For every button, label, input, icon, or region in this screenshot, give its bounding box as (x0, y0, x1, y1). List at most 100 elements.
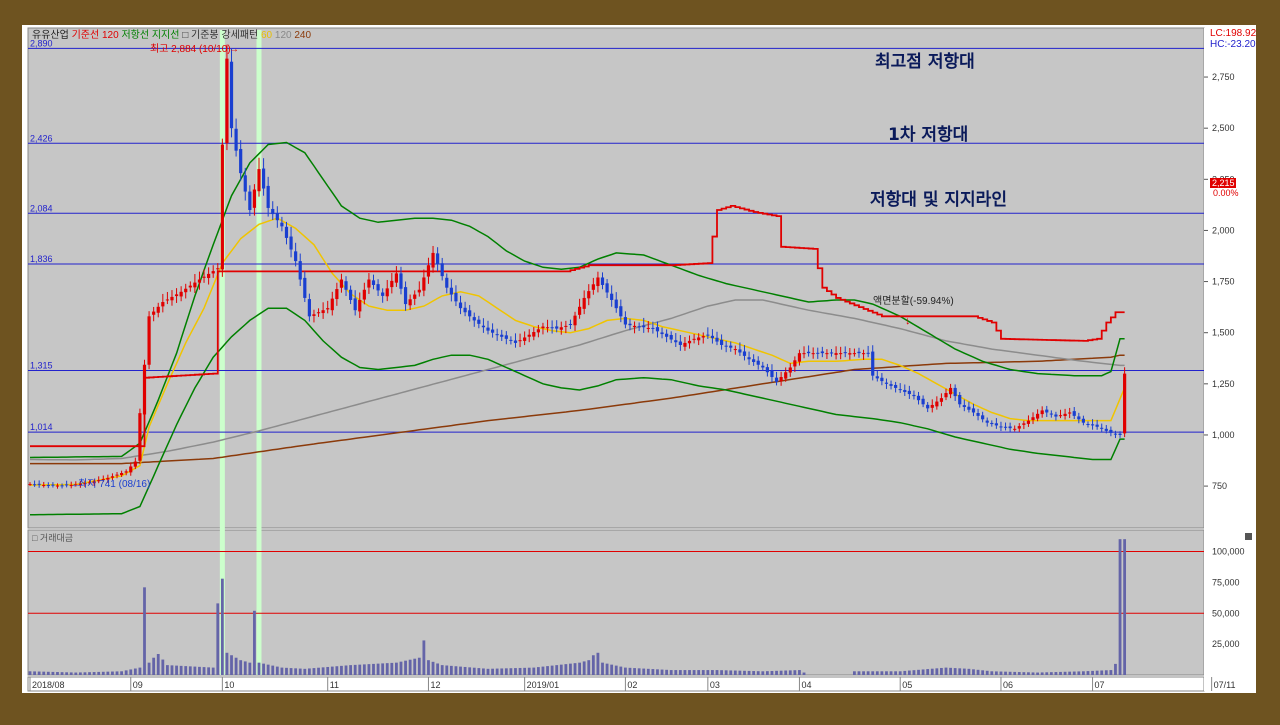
volume-bar (509, 668, 513, 675)
volume-bar (340, 665, 343, 675)
candle-body (275, 213, 279, 221)
candle-body (779, 377, 783, 382)
price-tick-label: 2,000 (1212, 225, 1235, 235)
volume-bar (482, 668, 485, 675)
volume-bar (56, 672, 59, 675)
candle-body (1109, 429, 1113, 433)
volume-bar (152, 657, 156, 675)
volume-bar (738, 670, 742, 675)
volume-bar (271, 665, 275, 675)
date-tick-label: 06 (1003, 680, 1013, 690)
volume-bar (697, 670, 701, 675)
volume-bar (253, 610, 256, 675)
candle-body (32, 484, 37, 486)
volume-bar (1077, 671, 1081, 675)
candle-body (747, 357, 751, 360)
candle-body (697, 337, 701, 341)
volume-bar (651, 669, 655, 675)
candle-body (110, 476, 115, 478)
volume-bar (275, 666, 279, 675)
candle-body (807, 351, 811, 354)
volume-bar (1013, 671, 1017, 675)
top-resistance-annotation: 최고점 저항대 (875, 51, 975, 72)
volume-bar (1049, 672, 1053, 675)
volume-bar (395, 662, 398, 675)
candle-body (371, 280, 376, 285)
candle-body (839, 353, 843, 355)
volume-bar (1109, 670, 1113, 675)
candle-body (1104, 428, 1108, 431)
candle-body (225, 58, 229, 144)
volume-bar (500, 668, 504, 675)
candle-body (880, 377, 884, 382)
volume-bar (376, 663, 380, 675)
candle-body (738, 349, 742, 353)
candle-body (793, 360, 797, 367)
volume-bar (477, 668, 481, 675)
volume-bar (1054, 672, 1058, 675)
volume-bar (747, 670, 751, 675)
volume-bar (1031, 672, 1035, 675)
candle-body (454, 292, 458, 302)
volume-bar (898, 671, 902, 675)
date-tick-label: 12 (430, 680, 440, 690)
candle-body (426, 265, 431, 277)
date-axis-area (27, 676, 1205, 692)
candle-body (756, 360, 760, 365)
date-tick-label: 07 (1095, 680, 1105, 690)
volume-bar (660, 669, 664, 675)
candle-body (481, 325, 486, 328)
split-arrow-icon: ↓ (905, 315, 911, 327)
volume-bar (202, 667, 206, 675)
volume-bar (88, 672, 91, 675)
candle-body (1072, 411, 1076, 416)
candle-body (51, 484, 55, 486)
candle-body (1068, 412, 1072, 414)
volume-bar (335, 666, 339, 675)
volume-bar (949, 667, 952, 675)
candle-body (632, 325, 637, 328)
candle-body (234, 128, 238, 151)
volume-bar (445, 665, 449, 675)
stock-name: 유유산업 (32, 28, 72, 41)
candle-body (124, 471, 128, 473)
legend-item: 60 (261, 30, 275, 41)
candle-body (715, 337, 719, 342)
candle-body (500, 334, 504, 337)
candle-body (367, 279, 371, 288)
volume-bar (143, 587, 146, 675)
candle-body (142, 364, 147, 415)
candle-body (948, 387, 953, 395)
resistance-line-label: 2,426 (30, 133, 53, 143)
candle-body (261, 168, 266, 189)
volume-bar (559, 664, 563, 675)
volume-bar (880, 671, 884, 675)
candle-body (120, 473, 124, 476)
volume-bar (976, 669, 980, 675)
candle-body (655, 327, 660, 332)
volume-bar (161, 659, 165, 675)
volume-bar (239, 660, 243, 675)
candle-body (816, 352, 820, 354)
volume-bar (257, 662, 261, 675)
volume-bar (33, 671, 36, 675)
volume-bar (326, 666, 330, 675)
volume-bar (207, 667, 211, 675)
candle-body (152, 311, 156, 315)
volume-tick-label: 75,000 (1212, 577, 1240, 587)
candle-body (376, 284, 380, 291)
volume-bar (427, 660, 430, 675)
candle-body (875, 376, 879, 379)
candle-body (220, 144, 224, 270)
volume-bar (536, 667, 540, 675)
candle-body (495, 334, 499, 336)
candle-body (674, 340, 678, 343)
volume-bar (1027, 672, 1030, 675)
volume-bar (504, 668, 508, 675)
panel-toggle-button[interactable] (1245, 533, 1252, 540)
candle-body (967, 406, 971, 410)
volume-bar (362, 664, 366, 675)
volume-bar (1072, 671, 1076, 675)
volume-bar (1004, 671, 1007, 675)
candle-body (651, 327, 655, 329)
